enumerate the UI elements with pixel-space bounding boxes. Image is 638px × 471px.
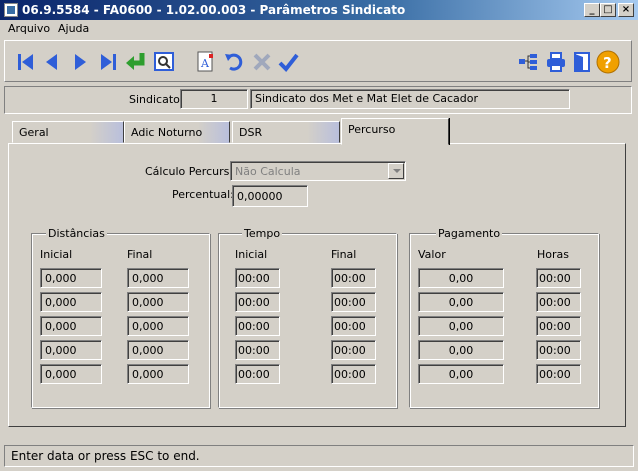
tempo-final-1[interactable]: 00:00 bbox=[331, 268, 376, 288]
pagamento-valor-2[interactable]: 0,00 bbox=[418, 292, 504, 312]
tempo-inicial-5[interactable]: 00:00 bbox=[235, 364, 280, 384]
first-record-icon bbox=[18, 54, 33, 70]
pagamento-valor-3[interactable]: 0,00 bbox=[418, 316, 504, 336]
distancia-inicial-2[interactable]: 0,000 bbox=[40, 292, 102, 312]
pagamento-horas-3[interactable]: 00:00 bbox=[536, 316, 581, 336]
exit-icon bbox=[574, 52, 590, 72]
title-bar: 06.9.5584 - FA0600 - 1.02.00.003 - Parâm… bbox=[0, 0, 638, 20]
distancia-final-3[interactable]: 0,000 bbox=[127, 316, 189, 336]
calculo-percurso-value: Não Calcula bbox=[235, 165, 301, 178]
svg-text:A: A bbox=[200, 57, 210, 70]
tree-icon bbox=[519, 54, 537, 70]
distancias-inicial-header: Inicial bbox=[40, 248, 73, 261]
pagamento-title: Pagamento bbox=[436, 227, 503, 240]
tempo-inicial-3[interactable]: 00:00 bbox=[235, 316, 280, 336]
distancias-title: Distâncias bbox=[46, 227, 107, 240]
distancia-inicial-1[interactable]: 0,000 bbox=[40, 268, 102, 288]
zoom-icon bbox=[154, 52, 174, 71]
tab-percurso[interactable]: Percurso bbox=[341, 118, 449, 145]
pagamento-valor-4[interactable]: 0,00 bbox=[418, 340, 504, 360]
pagamento-horas-2[interactable]: 00:00 bbox=[536, 292, 581, 312]
menu-arquivo[interactable]: Arquivo bbox=[8, 22, 50, 35]
tempo-inicial-4[interactable]: 00:00 bbox=[235, 340, 280, 360]
distancia-inicial-4[interactable]: 0,000 bbox=[40, 340, 102, 360]
pagamento-valor-5[interactable]: 0,00 bbox=[418, 364, 504, 384]
confirm-button[interactable] bbox=[275, 49, 301, 75]
next-record-button[interactable] bbox=[67, 49, 93, 75]
pagamento-horas-1[interactable]: 00:00 bbox=[536, 268, 581, 288]
tab-geral[interactable]: Geral bbox=[12, 121, 124, 143]
tempo-final-3[interactable]: 00:00 bbox=[331, 316, 376, 336]
confirm-icon bbox=[278, 53, 299, 73]
sindicato-name-field: Sindicato dos Met e Mat Elet de Cacador bbox=[250, 89, 570, 109]
undo-icon bbox=[225, 53, 243, 71]
tempo-final-4[interactable]: 00:00 bbox=[331, 340, 376, 360]
percentual-field[interactable]: 0,00000 bbox=[232, 185, 308, 207]
edit-icon: A bbox=[197, 51, 213, 72]
distancia-inicial-5[interactable]: 0,000 bbox=[40, 364, 102, 384]
tempo-final-5[interactable]: 00:00 bbox=[331, 364, 376, 384]
sindicato-code-field[interactable]: 1 bbox=[180, 89, 248, 109]
next-record-icon bbox=[75, 54, 86, 70]
tab-adic-noturno[interactable]: Adic Noturno bbox=[124, 121, 230, 143]
first-record-button[interactable] bbox=[13, 49, 39, 75]
tree-button[interactable] bbox=[515, 49, 541, 75]
tempo-final-header: Final bbox=[331, 248, 357, 261]
minimize-button[interactable]: _ bbox=[584, 3, 600, 17]
toolbar: A ? bbox=[4, 40, 632, 82]
chevron-down-icon[interactable] bbox=[388, 163, 404, 179]
print-button[interactable] bbox=[543, 49, 569, 75]
distancia-final-1[interactable]: 0,000 bbox=[127, 268, 189, 288]
calculo-percurso-select[interactable]: Não Calcula bbox=[230, 161, 406, 181]
distancia-final-4[interactable]: 0,000 bbox=[127, 340, 189, 360]
goto-icon bbox=[126, 53, 145, 70]
percentual-label: Percentual: bbox=[172, 188, 234, 201]
undo-button[interactable] bbox=[221, 49, 247, 75]
last-record-icon bbox=[101, 54, 116, 70]
pagamento-horas-5[interactable]: 00:00 bbox=[536, 364, 581, 384]
tempo-inicial-2[interactable]: 00:00 bbox=[235, 292, 280, 312]
tempo-final-2[interactable]: 00:00 bbox=[331, 292, 376, 312]
previous-record-button[interactable] bbox=[39, 49, 65, 75]
distancias-final-header: Final bbox=[127, 248, 153, 261]
last-record-button[interactable] bbox=[95, 49, 121, 75]
distancia-inicial-3[interactable]: 0,000 bbox=[40, 316, 102, 336]
tempo-title: Tempo bbox=[242, 227, 283, 240]
svg-text:?: ? bbox=[603, 54, 612, 72]
previous-record-icon bbox=[46, 54, 57, 70]
help-icon: ? bbox=[596, 50, 620, 74]
zoom-button[interactable] bbox=[151, 49, 177, 75]
window-title: 06.9.5584 - FA0600 - 1.02.00.003 - Parâm… bbox=[22, 3, 406, 17]
app-icon bbox=[4, 3, 18, 17]
delete-icon bbox=[253, 53, 271, 71]
pagamento-horas-header: Horas bbox=[537, 248, 569, 261]
calculo-percurso-label: Cálculo Percurso: bbox=[145, 165, 240, 178]
pagamento-horas-4[interactable]: 00:00 bbox=[536, 340, 581, 360]
tab-dsr[interactable]: DSR bbox=[232, 121, 340, 143]
print-icon bbox=[547, 52, 565, 72]
edit-button[interactable]: A bbox=[193, 49, 219, 75]
tempo-inicial-1[interactable]: 00:00 bbox=[235, 268, 280, 288]
pagamento-valor-header: Valor bbox=[418, 248, 446, 261]
help-button[interactable]: ? bbox=[595, 49, 621, 75]
tempo-inicial-header: Inicial bbox=[235, 248, 268, 261]
exit-button[interactable] bbox=[569, 49, 595, 75]
sindicato-label: Sindicato: bbox=[129, 93, 184, 106]
distancia-final-5[interactable]: 0,000 bbox=[127, 364, 189, 384]
pagamento-valor-1[interactable]: 0,00 bbox=[418, 268, 504, 288]
distancia-final-2[interactable]: 0,000 bbox=[127, 292, 189, 312]
goto-button[interactable] bbox=[123, 49, 149, 75]
status-bar: Enter data or press ESC to end. bbox=[4, 445, 634, 467]
maximize-button[interactable]: □ bbox=[600, 3, 616, 17]
menu-ajuda[interactable]: Ajuda bbox=[58, 22, 89, 35]
delete-button[interactable] bbox=[249, 49, 275, 75]
close-button[interactable]: × bbox=[618, 3, 634, 17]
